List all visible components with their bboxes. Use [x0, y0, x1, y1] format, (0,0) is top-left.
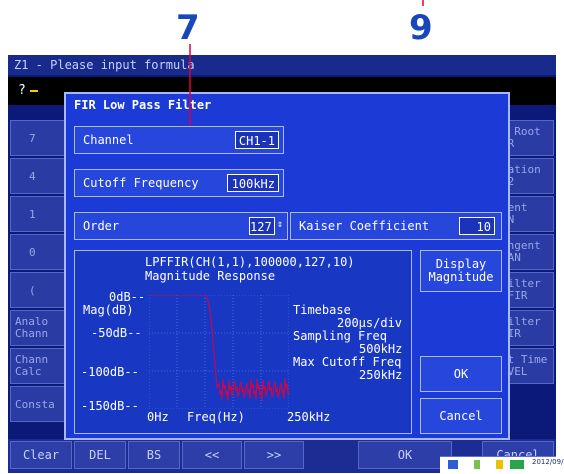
kaiser-coefficient-value[interactable]: 10 [459, 217, 495, 235]
magnitude-response-graph [149, 295, 289, 409]
kaiser-coefficient-row[interactable]: Kaiser Coefficient 10 [290, 212, 502, 240]
callout-7: 7 [176, 8, 200, 48]
usb-icon [474, 460, 480, 469]
y-tick-minus-50db: -50dB-- [91, 326, 142, 340]
order-label: Order [83, 219, 120, 233]
x-tick-0hz: 0Hz [147, 410, 169, 424]
x-axis-label: Freq(Hz) [187, 410, 245, 424]
cursor-left-button[interactable]: << [182, 441, 242, 469]
preview-subtitle: Magnitude Response [145, 269, 276, 283]
kaiser-coefficient-label: Kaiser Coefficient [299, 219, 430, 233]
ok-button[interactable]: OK [420, 356, 502, 392]
network-icon [496, 460, 503, 469]
callout-9: 9 [409, 8, 433, 48]
preview-formula: LPFFIR(CH(1,1),100000,127,10) [145, 255, 355, 269]
y-axis-label: Mag(dB) [83, 303, 134, 317]
taskbar-date: 2012/09/ [532, 458, 564, 466]
fir-low-pass-filter-dialog: FIR Low Pass Filter Channel CH1-1 Cutoff… [64, 92, 510, 440]
clear-button[interactable]: Clear [10, 441, 72, 469]
order-value[interactable]: 127 [249, 217, 275, 235]
display-magnitude-button[interactable]: Display Magnitude [420, 250, 502, 292]
graph-grid [149, 295, 289, 409]
y-tick-minus-150db: -150dB-- [81, 399, 139, 413]
magnitude-response-preview: LPFFIR(CH(1,1),100000,127,10) Magnitude … [74, 250, 412, 434]
cutoff-frequency-row[interactable]: Cutoff Frequency 100kHz [74, 169, 284, 197]
window-title: Z1 - Please input formula [8, 55, 556, 75]
status-indicator-icon [510, 460, 524, 469]
backspace-button[interactable]: BS [128, 441, 180, 469]
cursor-right-button[interactable]: >> [244, 441, 304, 469]
channel-value[interactable]: CH1-1 [235, 131, 279, 149]
x-tick-250khz: 250kHz [287, 410, 331, 424]
channel-row[interactable]: Channel CH1-1 [74, 126, 284, 154]
magnitude-response-curve [149, 295, 289, 402]
cancel-button[interactable]: Cancel [420, 398, 502, 434]
order-spinner-icon[interactable]: ⇕ [277, 219, 283, 230]
cutoff-frequency-label: Cutoff Frequency [83, 176, 199, 190]
formula-prompt: ? [18, 83, 26, 98]
max-cutoff-freq-value: 250kHz [359, 368, 403, 382]
channel-label: Channel [83, 133, 134, 147]
order-row[interactable]: Order 127 ⇕ [74, 212, 288, 240]
dialog-title: FIR Low Pass Filter [74, 98, 212, 112]
formula-ok-button[interactable]: OK [358, 441, 452, 469]
text-caret [29, 89, 38, 92]
delete-button[interactable]: DEL [74, 441, 126, 469]
status-taskbar: 2012/09/ [440, 456, 563, 474]
y-tick-minus-100db: -100dB-- [81, 365, 139, 379]
cutoff-frequency-value[interactable]: 100kHz [227, 174, 279, 192]
sd-card-icon [448, 460, 458, 469]
